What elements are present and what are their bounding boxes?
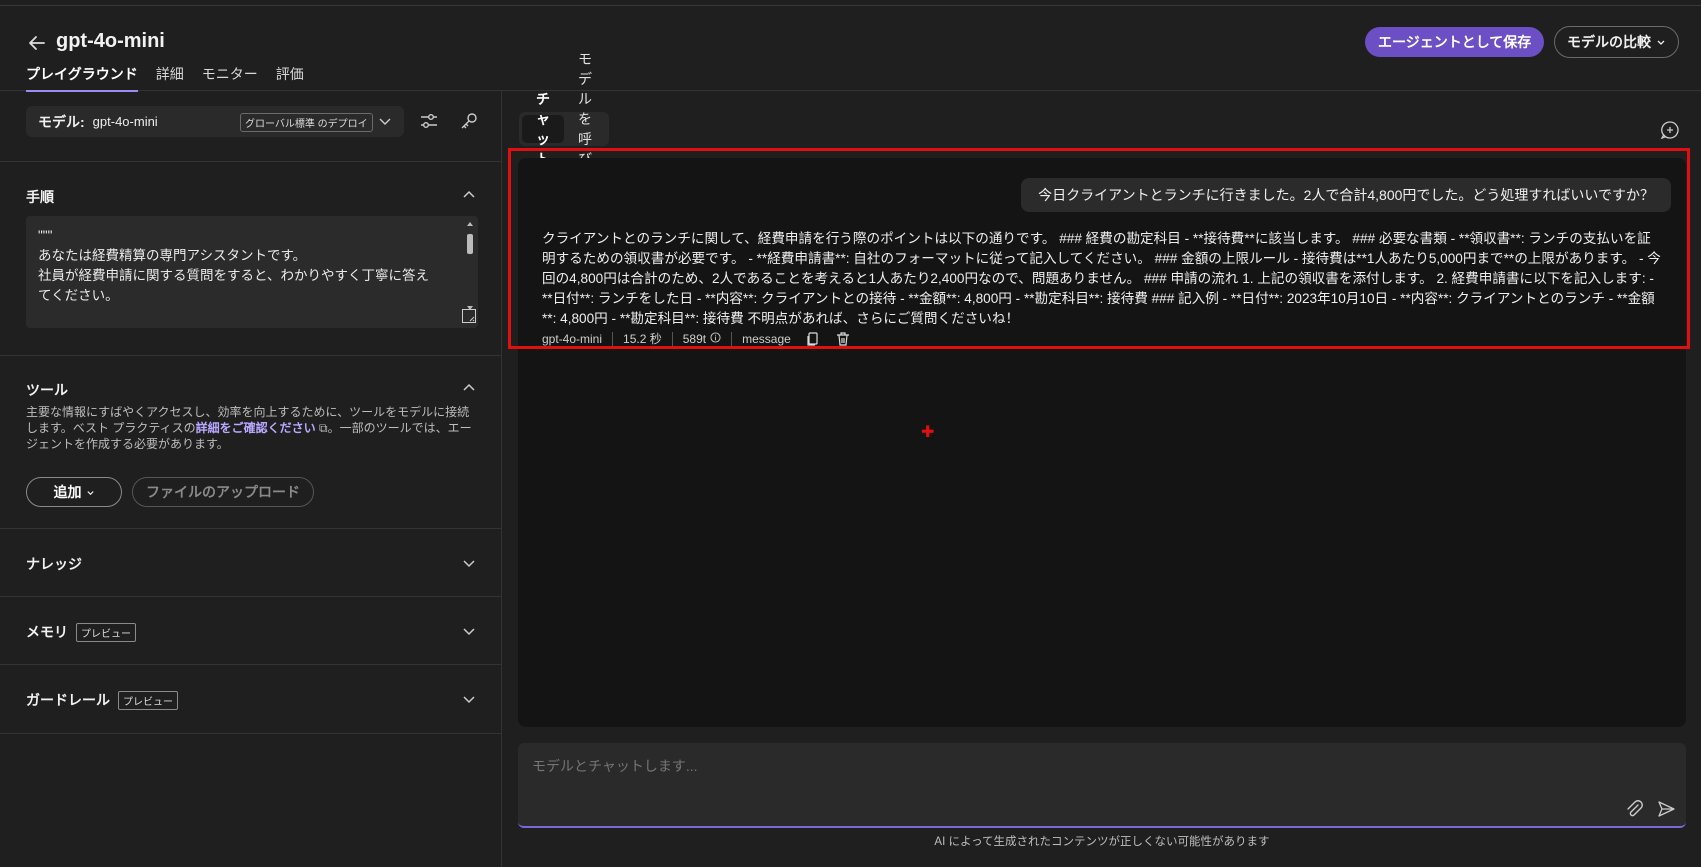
save-as-agent-button[interactable]: エージェントとして保存 <box>1365 27 1545 57</box>
chevron-down-icon[interactable] <box>461 623 477 639</box>
attach-icon[interactable] <box>1624 799 1644 822</box>
external-link-icon: ⧉ <box>315 421 328 435</box>
back-arrow-icon[interactable] <box>26 32 48 54</box>
knowledge-title: ナレッジ <box>26 556 82 572</box>
compare-models-label: モデルの比較 <box>1567 34 1651 50</box>
guardrails-section[interactable]: ガードレール プレビュー <box>0 664 501 734</box>
chevron-down-icon <box>1656 34 1666 50</box>
setup-panel: モデル: gpt-4o-mini グローバル標準 のデプロイ 手順 """ あな… <box>0 91 502 867</box>
model-label: モデル: <box>38 113 85 130</box>
parameters-icon[interactable] <box>418 110 440 132</box>
send-icon[interactable] <box>1656 799 1676 822</box>
chevron-up-icon[interactable] <box>461 187 477 203</box>
tab-call-model[interactable]: モデルを呼び出す <box>564 51 606 207</box>
chat-mode-switch: チャット モデルを呼び出す <box>519 51 609 207</box>
chevron-up-icon[interactable] <box>461 380 477 396</box>
preview-badge: プレビュー <box>76 622 136 642</box>
tab-chat[interactable]: チャット <box>522 91 564 167</box>
new-chat-icon[interactable] <box>1659 119 1681 141</box>
page-tabs: プレイグラウンド 詳細 モニター 評価 <box>26 64 304 92</box>
key-icon[interactable] <box>458 110 480 132</box>
deployment-badge: グローバル標準 のデプロイ <box>240 113 373 132</box>
memory-title-group: メモリ プレビュー <box>26 622 136 642</box>
guardrails-title: ガードレール <box>26 692 110 708</box>
instructions-text: """ あなたは経費精算の専門アシスタントです。 社員が経費申請に関する質問をす… <box>38 228 429 303</box>
knowledge-section[interactable]: ナレッジ <box>0 528 501 597</box>
scrollbar[interactable] <box>466 220 474 316</box>
model-value: gpt-4o-mini <box>92 114 158 129</box>
add-tool-label: 追加 <box>53 484 82 500</box>
chevron-down-icon <box>86 484 95 500</box>
model-selector[interactable]: モデル: gpt-4o-mini グローバル標準 のデプロイ <box>26 106 404 137</box>
instructions-title: 手順 <box>26 189 54 205</box>
chevron-down-icon <box>378 114 392 131</box>
memory-section[interactable]: メモリ プレビュー <box>0 596 501 665</box>
file-upload-button[interactable]: ファイルのアップロード <box>132 477 314 507</box>
tab-details[interactable]: 詳細 <box>156 64 184 92</box>
tools-title: ツール <box>26 382 68 398</box>
add-tool-button[interactable]: 追加 <box>26 477 122 507</box>
resize-handle-icon[interactable] <box>462 309 476 326</box>
compare-models-button[interactable]: モデルの比較 <box>1554 26 1679 58</box>
guardrails-title-group: ガードレール プレビュー <box>26 690 178 710</box>
chat-input-box <box>518 743 1686 828</box>
preview-badge: プレビュー <box>118 690 178 710</box>
tab-playground[interactable]: プレイグラウンド <box>26 64 138 92</box>
tab-evaluation[interactable]: 評価 <box>276 64 304 92</box>
best-practices-link[interactable]: 詳細をご確認ください <box>196 421 316 435</box>
cursor-marker-icon: ✚ <box>921 424 935 441</box>
tab-monitor[interactable]: モニター <box>202 64 258 92</box>
page-title: gpt-4o-mini <box>56 30 165 52</box>
page-header: gpt-4o-mini プレイグラウンド 詳細 モニター 評価 エージェントとし… <box>0 6 1701 92</box>
ai-disclaimer: AI によって生成されたコンテンツが正しくない可能性があります <box>934 836 1270 848</box>
tools-description: 主要な情報にすばやくアクセスし、効率を向上するために、ツールをモデルに接続します… <box>26 404 478 452</box>
playground-window: gpt-4o-mini プレイグラウンド 詳細 モニター 評価 エージェントとし… <box>0 5 1701 867</box>
chevron-down-icon[interactable] <box>461 555 477 571</box>
memory-title: メモリ <box>26 624 68 640</box>
highlight-box <box>508 148 1690 349</box>
chat-input[interactable] <box>530 757 1534 775</box>
instructions-textarea[interactable]: """ あなたは経費精算の専門アシスタントです。 社員が経費申請に関する質問をす… <box>26 216 478 328</box>
chevron-down-icon[interactable] <box>461 691 477 707</box>
